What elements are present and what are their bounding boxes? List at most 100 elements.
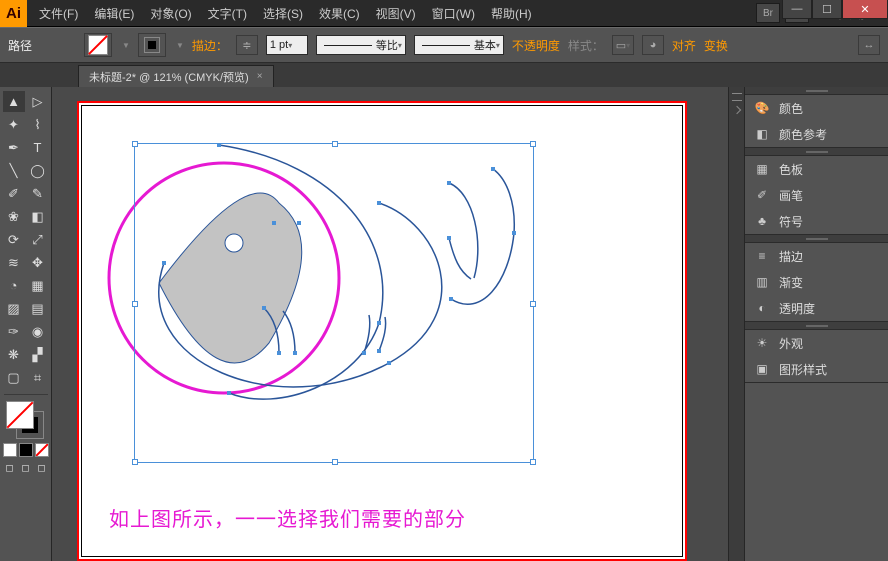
panel-transparency[interactable]: ◐透明度 — [745, 295, 888, 321]
panel-color-guide[interactable]: ◧颜色参考 — [745, 121, 888, 147]
handle-s[interactable] — [332, 459, 338, 465]
handle-ne[interactable] — [530, 141, 536, 147]
handle-n[interactable] — [332, 141, 338, 147]
menu-help[interactable]: 帮助(H) — [485, 3, 538, 24]
control-bar: 路径 ▼ ▼ 描边： ≑ 1 pt▾ 等比▾ 基本▾ 不透明度 样式： ▭▾ ◕… — [0, 27, 888, 63]
slice-tool[interactable]: ⌗ — [27, 367, 49, 388]
menu-file[interactable]: 文件(F) — [33, 3, 84, 24]
paintbrush-tool[interactable]: ✐ — [3, 183, 25, 204]
panel-gripper[interactable] — [745, 87, 888, 95]
gradient-tool[interactable]: ▤ — [27, 298, 49, 319]
handle-w[interactable] — [132, 301, 138, 307]
eraser-tool[interactable]: ◧ — [27, 206, 49, 227]
menu-object[interactable]: 对象(O) — [144, 3, 197, 24]
graph-tool[interactable]: ▞ — [27, 344, 49, 365]
canvas[interactable]: 如上图所示，一一选择我们需要的部分 — [52, 87, 744, 561]
brush-select[interactable]: 基本▾ — [414, 35, 504, 55]
color-mode-row — [3, 443, 49, 457]
direct-selection-tool[interactable]: ▷ — [27, 91, 49, 112]
toolbox: ▲ ▷ ✦ ⌇ ✒ T ╲ ◯ ✐ ✎ ❀ ◧ ⟳ ⤢ ≋ ✥ ◔ ▦ ▨ ▤ … — [0, 87, 52, 561]
panel-label: 颜色 — [779, 100, 803, 117]
menu-edit[interactable]: 编辑(E) — [88, 3, 140, 24]
blob-brush-tool[interactable]: ❀ — [3, 206, 25, 227]
pen-tool[interactable]: ✒ — [3, 137, 25, 158]
gradient-mode-icon[interactable] — [19, 443, 33, 457]
blend-tool[interactable]: ◉ — [27, 321, 49, 342]
panel-gripper[interactable] — [745, 322, 888, 330]
handle-se[interactable] — [530, 459, 536, 465]
width-tool[interactable]: ≋ — [3, 252, 25, 273]
menu-select[interactable]: 选择(S) — [257, 3, 309, 24]
selection-tool[interactable]: ▲ — [3, 91, 25, 112]
shape-tool[interactable]: ◯ — [27, 160, 49, 181]
selection-box[interactable] — [134, 143, 534, 463]
bridge-icon[interactable]: Br — [756, 3, 780, 23]
align-label[interactable]: 对齐 — [672, 37, 696, 54]
menu-type[interactable]: 文字(T) — [202, 3, 253, 24]
perspective-tool[interactable]: ▦ — [27, 275, 49, 296]
handle-nw[interactable] — [132, 141, 138, 147]
recolor-icon[interactable]: ◕ — [642, 35, 664, 55]
handle-sw[interactable] — [132, 459, 138, 465]
profile-select[interactable]: 等比▾ — [316, 35, 406, 55]
magic-wand-tool[interactable]: ✦ — [3, 114, 25, 135]
menu-window[interactable]: 窗口(W) — [426, 3, 481, 24]
screen-mode-row: ◻ ◻ ◻ — [3, 461, 49, 475]
tab-close-icon[interactable]: × — [257, 71, 263, 82]
transform-label[interactable]: 变换 — [704, 37, 728, 54]
stroke-label[interactable]: 描边： — [192, 37, 228, 54]
none-mode-icon[interactable] — [35, 443, 49, 457]
profile-label: 等比 — [376, 37, 398, 53]
panel-dock: 🎨颜色 ◧颜色参考 ▦色板 ✐画笔 ♣符号 ≡描边 ▥渐变 ◐透明度 ☀外观 ▣… — [744, 87, 888, 561]
mesh-tool[interactable]: ▨ — [3, 298, 25, 319]
stroke-swatch[interactable] — [138, 33, 166, 57]
draw-behind-icon[interactable]: ◻ — [19, 461, 33, 475]
maximize-button[interactable]: ☐ — [812, 0, 842, 19]
menu-view[interactable]: 视图(V) — [370, 3, 422, 24]
panel-graphic-styles[interactable]: ▣图形样式 — [745, 356, 888, 382]
panel-label: 透明度 — [779, 300, 815, 317]
draw-inside-icon[interactable]: ◻ — [35, 461, 49, 475]
ctrlbar-more-icon[interactable]: ↔ — [858, 35, 880, 55]
panel-symbols[interactable]: ♣符号 — [745, 208, 888, 234]
panel-gripper[interactable] — [745, 235, 888, 243]
style-select[interactable]: ▭▾ — [612, 35, 634, 55]
panel-stroke[interactable]: ≡描边 — [745, 243, 888, 269]
fill-dropdown-icon[interactable]: ▼ — [122, 41, 130, 50]
document-tab[interactable]: 未标题-2* @ 121% (CMYK/预览) × — [78, 65, 274, 87]
close-button[interactable]: ✕ — [842, 0, 888, 19]
fill-stroke-control[interactable] — [4, 399, 48, 439]
shape-builder-tool[interactable]: ◔ — [3, 275, 25, 296]
stroke-dropdown-icon[interactable]: ▼ — [176, 41, 184, 50]
opacity-label[interactable]: 不透明度 — [512, 37, 560, 54]
main-area: ▲ ▷ ✦ ⌇ ✒ T ╲ ◯ ✐ ✎ ❀ ◧ ⟳ ⤢ ≋ ✥ ◔ ▦ ▨ ▤ … — [0, 87, 888, 561]
scale-tool[interactable]: ⤢ — [27, 229, 49, 250]
panel-swatches[interactable]: ▦色板 — [745, 156, 888, 182]
pencil-tool[interactable]: ✎ — [27, 183, 49, 204]
fill-color-icon[interactable] — [6, 401, 34, 429]
app-logo: Ai — [0, 0, 27, 27]
dock-collapse-bar[interactable] — [728, 87, 744, 561]
panel-gradient[interactable]: ▥渐变 — [745, 269, 888, 295]
minimize-button[interactable]: — — [782, 0, 812, 19]
eyedropper-tool[interactable]: ✑ — [3, 321, 25, 342]
panel-color[interactable]: 🎨颜色 — [745, 95, 888, 121]
panel-appearance[interactable]: ☀外观 — [745, 330, 888, 356]
stroke-weight-stepper[interactable]: ≑ — [236, 35, 258, 55]
handle-e[interactable] — [530, 301, 536, 307]
symbol-sprayer-tool[interactable]: ❋ — [3, 344, 25, 365]
panel-brushes[interactable]: ✐画笔 — [745, 182, 888, 208]
type-tool[interactable]: T — [27, 137, 49, 158]
panel-gripper[interactable] — [745, 148, 888, 156]
stroke-weight-input[interactable]: 1 pt▾ — [266, 35, 308, 55]
rotate-tool[interactable]: ⟳ — [3, 229, 25, 250]
fill-swatch[interactable] — [84, 33, 112, 57]
menu-effect[interactable]: 效果(C) — [313, 3, 366, 24]
stroke-icon: ≡ — [753, 248, 771, 264]
line-tool[interactable]: ╲ — [3, 160, 25, 181]
artboard-tool[interactable]: ▢ — [3, 367, 25, 388]
draw-normal-icon[interactable]: ◻ — [3, 461, 17, 475]
color-mode-icon[interactable] — [3, 443, 17, 457]
lasso-tool[interactable]: ⌇ — [27, 114, 49, 135]
free-transform-tool[interactable]: ✥ — [27, 252, 49, 273]
